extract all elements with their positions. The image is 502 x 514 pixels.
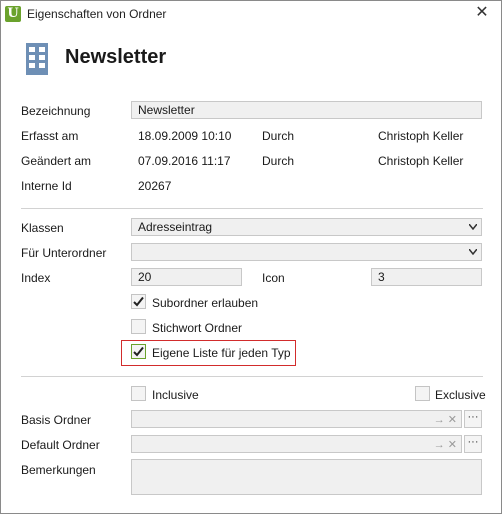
- unterordner-label: Für Unterordner: [21, 246, 107, 260]
- eigene-liste-checkbox[interactable]: [131, 344, 146, 359]
- section-divider: [21, 376, 483, 377]
- subordner-checkbox[interactable]: [131, 294, 146, 309]
- geaendert-durch-label: Durch: [262, 154, 295, 168]
- properties-dialog: U Eigenschaften von Ordner ✕ Newsletter …: [0, 0, 502, 514]
- section-divider: [21, 208, 483, 209]
- basis-ordner-label: Basis Ordner: [21, 413, 92, 427]
- close-button[interactable]: ✕: [469, 3, 495, 23]
- stichwort-label: Stichwort Ordner: [152, 321, 243, 335]
- icon-label: Icon: [262, 271, 285, 285]
- erfasst-durch-label: Durch: [262, 129, 295, 143]
- navigate-clear-icons[interactable]: → ✕: [434, 437, 457, 453]
- exclusive-label: Exclusive: [435, 388, 486, 402]
- klassen-dropdown[interactable]: Adresseintrag: [131, 218, 482, 236]
- navigate-clear-icons[interactable]: → ✕: [434, 412, 457, 428]
- bezeichnung-label: Bezeichnung: [21, 104, 91, 118]
- chevron-down-icon: [469, 249, 477, 255]
- geaendert-value: 07.09.2016 11:17: [138, 154, 231, 168]
- page-title: Newsletter: [65, 46, 167, 68]
- index-field[interactable]: 20: [131, 268, 242, 286]
- basis-ordner-browse-button[interactable]: ···: [464, 410, 482, 428]
- subordner-label: Subordner erlauben: [152, 296, 259, 310]
- default-ordner-browse-button[interactable]: ···: [464, 435, 482, 453]
- bemerkungen-label: Bemerkungen: [21, 463, 96, 477]
- building-icon: [26, 43, 48, 75]
- title-bar: U Eigenschaften von Ordner ✕: [1, 1, 501, 27]
- klassen-label: Klassen: [21, 221, 64, 235]
- default-ordner-field[interactable]: → ✕: [131, 435, 462, 453]
- inclusive-label: Inclusive: [152, 388, 199, 402]
- chevron-down-icon: [469, 224, 477, 230]
- geaendert-durch-value: Christoph Keller: [378, 154, 464, 168]
- bezeichnung-field[interactable]: Newsletter: [131, 101, 482, 119]
- index-label: Index: [21, 271, 51, 285]
- basis-ordner-field[interactable]: → ✕: [131, 410, 462, 428]
- erfasst-durch-value: Christoph Keller: [378, 129, 464, 143]
- geaendert-label: Geändert am: [21, 154, 92, 168]
- checkmark-icon: [133, 296, 144, 307]
- bemerkungen-textarea[interactable]: [131, 459, 482, 495]
- erfasst-value: 18.09.2009 10:10: [138, 129, 232, 143]
- checkmark-icon: [133, 346, 144, 357]
- stichwort-checkbox[interactable]: [131, 319, 146, 334]
- interne-id-label: Interne Id: [21, 179, 72, 193]
- exclusive-checkbox[interactable]: [415, 386, 430, 401]
- klassen-selected-value: Adresseintrag: [138, 220, 213, 234]
- inclusive-checkbox[interactable]: [131, 386, 146, 401]
- eigene-liste-label: Eigene Liste für jeden Typ: [152, 346, 291, 360]
- interne-id-value: 20267: [138, 179, 172, 193]
- icon-field[interactable]: 3: [371, 268, 482, 286]
- app-logo-icon: U: [5, 6, 21, 22]
- window-title: Eigenschaften von Ordner: [27, 7, 167, 21]
- default-ordner-label: Default Ordner: [21, 438, 100, 452]
- erfasst-label: Erfasst am: [21, 129, 79, 143]
- unterordner-dropdown[interactable]: [131, 243, 482, 261]
